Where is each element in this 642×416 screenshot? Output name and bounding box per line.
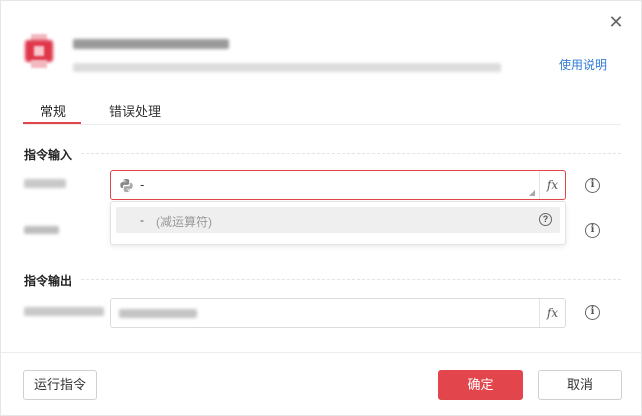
command-logo: [25, 34, 53, 68]
info-icon[interactable]: i: [585, 178, 600, 193]
help-icon[interactable]: ?: [539, 213, 552, 226]
suggestion-operator: -: [140, 213, 144, 227]
section-divider: [81, 153, 621, 154]
output-value-redacted: [119, 309, 197, 318]
cancel-button[interactable]: 取消: [538, 370, 622, 400]
confirm-button[interactable]: 确定: [438, 370, 523, 400]
tab-error-handling[interactable]: 错误处理: [109, 101, 161, 120]
param-label-redacted-1: [24, 179, 66, 188]
section-divider: [81, 279, 621, 280]
param-label-redacted-2: [24, 226, 59, 234]
operator-input-value: -: [140, 177, 145, 192]
tab-general[interactable]: 常规: [40, 101, 66, 120]
expression-fx-button[interactable]: fx: [539, 171, 565, 199]
info-icon[interactable]: i: [585, 223, 600, 238]
operator-suggestion-dropdown: - (减运算符) ?: [110, 201, 566, 245]
command-description-redacted: [73, 63, 501, 72]
operator-input[interactable]: - ◢ fx: [110, 170, 566, 200]
command-title-redacted: [73, 39, 229, 49]
section-title-input: 指令输入: [24, 148, 73, 162]
close-icon[interactable]: ✕: [607, 13, 625, 31]
footer-divider: [1, 352, 642, 353]
run-command-button[interactable]: 运行指令: [23, 370, 97, 400]
help-link[interactable]: 使用说明: [559, 56, 607, 73]
section-title-output: 指令输出: [24, 274, 73, 288]
expression-fx-button[interactable]: fx: [539, 299, 565, 327]
tab-bar: 常规 错误处理: [23, 97, 621, 125]
resize-handle-icon[interactable]: ◢: [529, 188, 535, 197]
command-dialog: ✕ 使用说明 常规 错误处理 指令输入 - ◢ fx i i - (减运算符) …: [0, 0, 642, 416]
suggestion-item-minus[interactable]: - (减运算符) ?: [116, 207, 560, 233]
output-label-redacted: [24, 307, 104, 316]
info-icon[interactable]: i: [585, 305, 600, 320]
output-variable-input[interactable]: fx: [110, 298, 566, 328]
suggestion-description: (减运算符): [156, 215, 212, 229]
python-icon: [120, 178, 133, 193]
active-tab-indicator: [23, 122, 81, 124]
